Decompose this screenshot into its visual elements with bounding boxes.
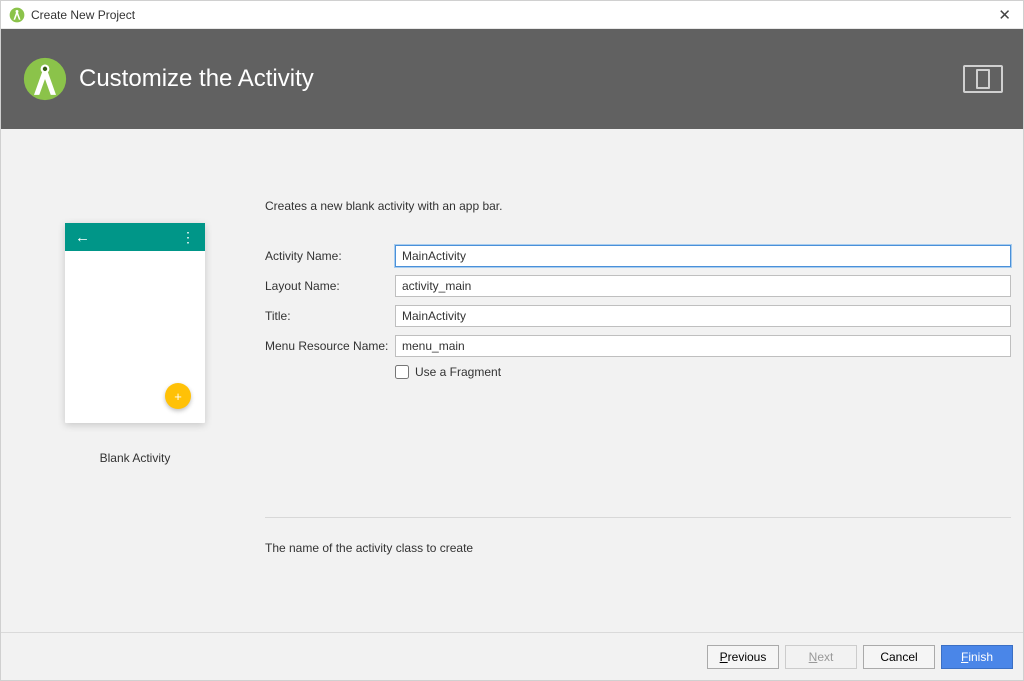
next-button: Next xyxy=(785,645,857,669)
layout-name-label: Layout Name: xyxy=(265,279,395,293)
android-studio-logo xyxy=(23,57,67,101)
window-title: Create New Project xyxy=(31,8,994,22)
phone-mockup: ← ⋮ + xyxy=(65,223,205,423)
close-icon[interactable]: ✕ xyxy=(994,6,1015,24)
finish-button[interactable]: Finish xyxy=(941,645,1013,669)
device-icon xyxy=(963,65,1003,93)
back-arrow-icon: ← xyxy=(75,229,90,246)
template-name: Blank Activity xyxy=(65,451,205,465)
separator xyxy=(265,517,1011,518)
wizard-header: Customize the Activity xyxy=(1,29,1023,129)
title-label: Title: xyxy=(265,309,395,323)
titlebar: Create New Project ✕ xyxy=(1,1,1023,29)
menu-resource-input[interactable] xyxy=(395,335,1011,357)
overflow-menu-icon: ⋮ xyxy=(181,229,195,246)
title-input[interactable] xyxy=(395,305,1011,327)
field-hint: The name of the activity class to create xyxy=(265,541,473,555)
menu-resource-label: Menu Resource Name: xyxy=(265,339,395,353)
fab-icon: + xyxy=(165,383,191,409)
main-content: ← ⋮ + Blank Activity Creates a new blank… xyxy=(1,129,1023,632)
wizard-footer: Previous Next Cancel Finish xyxy=(1,632,1023,680)
form-area: Creates a new blank activity with an app… xyxy=(265,199,1011,379)
android-studio-icon xyxy=(9,7,25,23)
template-description: Creates a new blank activity with an app… xyxy=(265,199,1011,213)
layout-name-input[interactable] xyxy=(395,275,1011,297)
mockup-appbar: ← ⋮ xyxy=(65,223,205,251)
activity-name-label: Activity Name: xyxy=(265,249,395,263)
activity-name-input[interactable] xyxy=(395,245,1011,267)
page-title: Customize the Activity xyxy=(79,65,314,93)
use-fragment-checkbox[interactable] xyxy=(395,365,409,379)
template-preview: ← ⋮ + Blank Activity xyxy=(65,223,205,465)
previous-button[interactable]: Previous xyxy=(707,645,779,669)
cancel-button[interactable]: Cancel xyxy=(863,645,935,669)
use-fragment-label: Use a Fragment xyxy=(415,365,501,379)
